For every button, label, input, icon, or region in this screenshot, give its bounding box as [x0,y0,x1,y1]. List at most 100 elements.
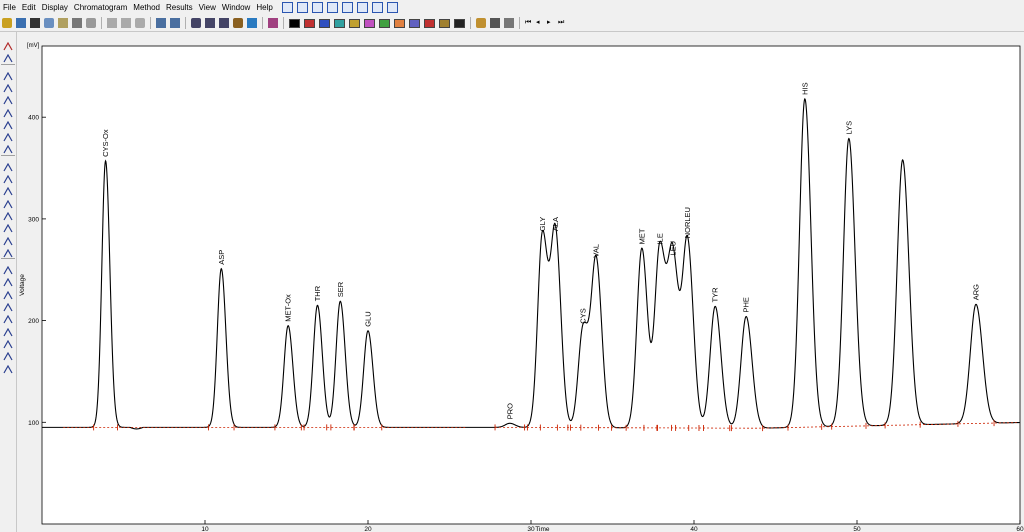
menu-help[interactable]: Help [253,3,275,12]
menu-file[interactable]: File [0,3,19,12]
peak-label: ALA [551,217,560,231]
quick-tool-icon[interactable] [311,2,323,13]
valley-icon[interactable] [3,171,13,184]
color-trace-icon[interactable] [454,18,465,28]
integration-1-icon[interactable] [3,68,13,80]
integration-5-icon[interactable] [3,117,13,130]
next-icon[interactable]: ▸ [547,18,554,28]
color-trace-icon[interactable] [334,18,345,28]
quick-tool-icon[interactable] [371,2,383,13]
peak-label: PRO [505,403,514,419]
color-trace-icon[interactable] [364,18,375,28]
wrench-icon[interactable] [233,18,243,28]
split-icon[interactable] [3,274,13,287]
peak-start-icon[interactable] [3,38,13,51]
integration-2-icon[interactable] [3,80,13,93]
black-trace-icon[interactable] [289,18,300,28]
menu-display[interactable]: Display [39,3,71,12]
peak-label: CYS-Ox [101,129,110,157]
color-trace-icon[interactable] [424,18,435,28]
peak-label: ASP [217,250,226,265]
diamond-icon[interactable] [476,18,486,28]
table-icon[interactable] [504,18,514,28]
undo-icon[interactable] [156,18,166,28]
color-trace-icon[interactable] [349,18,360,28]
menu-results[interactable]: Results [163,3,196,12]
clear-icon[interactable] [3,348,13,361]
plot-background [41,45,1021,525]
delete-icon[interactable] [3,299,13,312]
peak-label: LYS [844,121,853,135]
edit-icon[interactable] [44,18,54,28]
color-trace-icon[interactable] [379,18,390,28]
overlay-icon[interactable] [268,18,278,28]
comment-icon[interactable] [247,18,257,28]
prev-icon[interactable]: ◂ [536,18,543,28]
peak-label: HIS [800,82,809,95]
integration-7-icon[interactable] [3,141,13,154]
paste-icon[interactable] [135,18,145,28]
zoom-reset-icon[interactable] [219,18,229,28]
shift-icon[interactable] [3,324,13,336]
peak-label: CYS [579,308,588,323]
menu-method[interactable]: Method [130,3,163,12]
grid-icon[interactable] [490,18,500,28]
integration-6-icon[interactable] [3,129,13,142]
quick-tool-icon[interactable] [356,2,368,13]
stop-icon[interactable] [3,361,13,373]
skim-icon[interactable] [3,196,13,208]
area-icon[interactable] [3,245,13,258]
menu-window[interactable]: Window [219,3,253,12]
print-setup-icon[interactable] [86,18,96,28]
slope-icon[interactable] [3,233,13,245]
x-tick-label: 60 [1016,526,1024,532]
peak-label: PHE [742,297,751,312]
print-icon[interactable] [58,18,68,28]
quick-tool-icon[interactable] [326,2,338,13]
cut-icon[interactable] [107,18,117,28]
tangent-icon[interactable] [3,183,13,196]
menu-view[interactable]: View [196,3,219,12]
peak-label: MET [637,228,646,244]
quick-tool-icon[interactable] [296,2,308,13]
threshold-icon[interactable] [3,208,13,221]
integration-3-icon[interactable] [3,92,13,105]
color-trace-icon[interactable] [409,18,420,28]
width-icon[interactable] [3,220,13,233]
quick-tool-icon[interactable] [281,2,293,13]
print-preview-icon[interactable] [72,18,82,28]
toolbar-separator [519,17,520,29]
manual-peak-icon[interactable] [3,159,13,171]
menu-chromatogram[interactable]: Chromatogram [71,3,130,12]
color-trace-icon[interactable] [439,18,450,28]
color-trace-icon[interactable] [319,18,330,28]
quick-tool-icon[interactable] [386,2,398,13]
open-icon[interactable] [2,18,12,28]
last-icon[interactable]: ⏭ [558,18,565,28]
close-icon[interactable] [30,18,40,28]
save-icon[interactable] [16,18,26,28]
zoom-in-icon[interactable] [191,18,201,28]
quick-tool-icon[interactable] [341,2,353,13]
peak-label: ILE [655,233,664,244]
y-tick-label: 100 [28,420,39,427]
sidebar-separator [1,154,15,156]
toolbar-separator [262,17,263,29]
x-tick-label: 50 [853,526,861,532]
color-trace-icon[interactable] [394,18,405,28]
zoom-out-icon[interactable] [205,18,215,28]
first-icon[interactable]: ⏮ [525,18,532,28]
integration-4-icon[interactable] [3,105,13,117]
y-tick-label: 300 [28,216,39,223]
color-trace-icon[interactable] [304,18,315,28]
peak-label: NORLEU [683,207,692,238]
peak-end-icon[interactable] [3,50,13,63]
copy-icon[interactable] [121,18,131,28]
x-tick-label: 10 [201,526,209,532]
merge-icon[interactable] [3,287,13,299]
move-icon[interactable] [3,311,13,324]
menu-edit[interactable]: Edit [19,3,39,12]
reset-icon[interactable] [3,336,13,349]
baseline-icon[interactable] [3,262,13,275]
redo-icon[interactable] [170,18,180,28]
